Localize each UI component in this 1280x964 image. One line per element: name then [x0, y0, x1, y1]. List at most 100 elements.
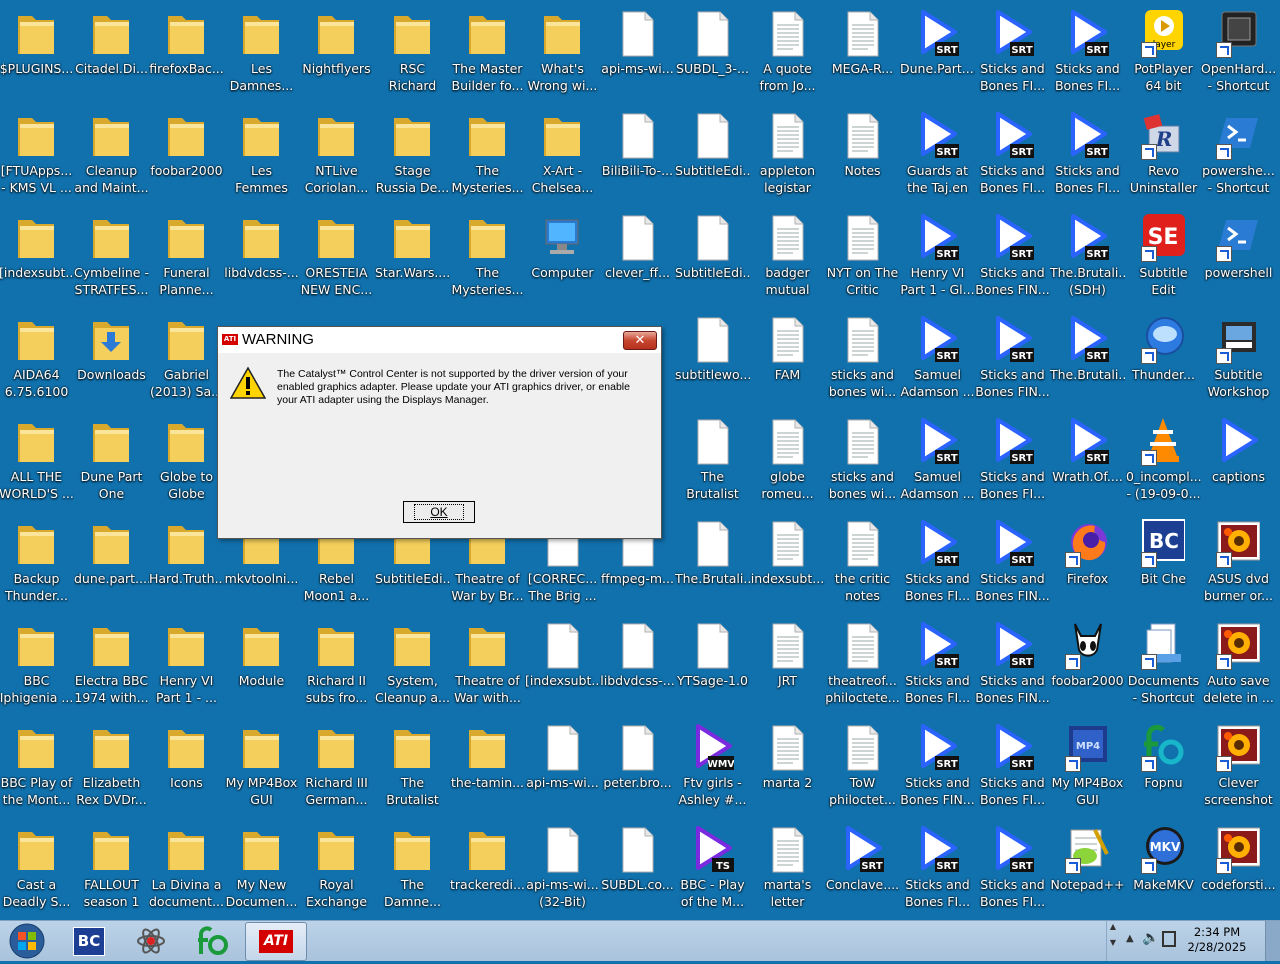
- network-icon[interactable]: [1162, 931, 1176, 947]
- desktop-icon[interactable]: X-Art - Chelsea...: [525, 104, 600, 206]
- desktop-icon[interactable]: Globe to Globe: [149, 410, 224, 512]
- desktop-icon[interactable]: Notepad++: [1050, 818, 1125, 920]
- desktop-icon[interactable]: trackeredi...: [450, 818, 525, 920]
- desktop-icon[interactable]: the critic notes: [825, 512, 900, 614]
- desktop-icon[interactable]: Backup Thunder...: [0, 512, 74, 614]
- desktop-icon[interactable]: Funeral Planne...: [149, 206, 224, 308]
- desktop-icon[interactable]: R Revo Uninstaller: [1126, 104, 1201, 206]
- desktop-icon[interactable]: [FTUApps... - KMS VL ...: [0, 104, 74, 206]
- desktop-icon[interactable]: [indexsubt...: [0, 206, 74, 308]
- desktop-icon[interactable]: SRT The.Brutali...: [1050, 308, 1125, 410]
- desktop-icon[interactable]: SRT Wrath.Of....: [1050, 410, 1125, 512]
- desktop-icon[interactable]: badger mutual: [750, 206, 825, 308]
- desktop-icon[interactable]: [indexsubt...: [525, 614, 600, 716]
- desktop-icon[interactable]: foobar2000: [1050, 614, 1125, 716]
- desktop-icon[interactable]: Auto save delete in ...: [1201, 614, 1276, 716]
- desktop-icon[interactable]: SRT The.Brutali... (SDH): [1050, 206, 1125, 308]
- desktop-icon[interactable]: Notes: [825, 104, 900, 206]
- desktop-icon[interactable]: BC Bit Che: [1126, 512, 1201, 614]
- desktop-icon[interactable]: The Damne...: [375, 818, 450, 920]
- desktop-icon[interactable]: sticks and bones wi...: [825, 308, 900, 410]
- desktop-icon[interactable]: My MP4Box GUI v0.6.0.6: [224, 716, 299, 818]
- desktop-icon[interactable]: SRT Sticks and Bones FIN...: [900, 716, 975, 818]
- desktop-icon[interactable]: powershe... - Shortcut: [1201, 104, 1276, 206]
- taskbar-bitche[interactable]: BC: [58, 922, 118, 959]
- desktop-icon[interactable]: SubtitleEdi...: [675, 104, 750, 206]
- desktop-icon[interactable]: appleton legistar: [750, 104, 825, 206]
- desktop-icon[interactable]: AIDA64 6.75.6100: [0, 308, 74, 410]
- desktop-icon[interactable]: La Divina a document...: [149, 818, 224, 920]
- desktop-icon[interactable]: Star.Wars....: [375, 206, 450, 308]
- desktop-icon[interactable]: MKV MakeMKV: [1126, 818, 1201, 920]
- desktop-icon[interactable]: OpenHard... - Shortcut: [1201, 2, 1276, 104]
- desktop-icon[interactable]: Nightflyers: [299, 2, 374, 104]
- desktop-icon[interactable]: Les Femmes Savante 1...: [224, 104, 299, 206]
- desktop-icon[interactable]: SRT Sticks and Bones FIN...: [975, 512, 1050, 614]
- desktop-icon[interactable]: SRT Sticks and Bones FI...: [975, 716, 1050, 818]
- desktop-icon[interactable]: libdvdcss-...: [224, 206, 299, 308]
- desktop-icon[interactable]: SRT Sticks and Bones FI...: [975, 2, 1050, 104]
- desktop-icon[interactable]: Stage Russia De...: [375, 104, 450, 206]
- desktop-icon[interactable]: theatreof... philoctete...: [825, 614, 900, 716]
- desktop-icon[interactable]: The Mysteries...: [450, 206, 525, 308]
- desktop-icon[interactable]: WMV Ftv girls - Ashley #...: [675, 716, 750, 818]
- desktop-icon[interactable]: BBC Iphigenia ...: [0, 614, 74, 716]
- tray-scroll[interactable]: ▲ ▼: [1106, 921, 1119, 961]
- desktop-icon[interactable]: Elizabeth Rex DVDr...: [74, 716, 149, 818]
- desktop-icon[interactable]: NYT on The Critic: [825, 206, 900, 308]
- desktop-icon[interactable]: 0_incompl... - (19-09-0...: [1126, 410, 1201, 512]
- desktop-icon[interactable]: SRT Sticks and Bones FI...: [900, 818, 975, 920]
- show-desktop-button[interactable]: [1265, 921, 1280, 961]
- desktop-icon[interactable]: BBC Play of the Mont...: [0, 716, 74, 818]
- desktop-icon[interactable]: powershell: [1201, 206, 1276, 308]
- desktop-icon[interactable]: ALL THE WORLD'S ...: [0, 410, 74, 512]
- desktop-icon[interactable]: marta's letter: [750, 818, 825, 920]
- desktop-icon[interactable]: Hard.Truth...: [149, 512, 224, 614]
- desktop-icon[interactable]: Module: [224, 614, 299, 716]
- desktop-icon[interactable]: api-ms-wi...: [600, 2, 675, 104]
- desktop-icon[interactable]: SRT Sticks and Bones FI...: [1050, 2, 1125, 104]
- desktop-icon[interactable]: libdvdcss-...: [600, 614, 675, 716]
- desktop-icon[interactable]: SRT Sticks and Bones FI...: [975, 818, 1050, 920]
- desktop-icon[interactable]: SRT Samuel Adamson ...: [900, 308, 975, 410]
- desktop-icon[interactable]: ORESTEIA NEW ENC...: [299, 206, 374, 308]
- desktop-icon[interactable]: Documents - Shortcut: [1126, 614, 1201, 716]
- desktop-icon[interactable]: The Master Builder fo...: [450, 2, 525, 104]
- desktop-icon[interactable]: SRT Dune.Part....: [900, 2, 975, 104]
- desktop-icon[interactable]: Cleanup and Maint...: [74, 104, 149, 206]
- desktop-icon[interactable]: SRT Sticks and Bones FI...: [975, 410, 1050, 512]
- desktop-icon[interactable]: My New Documen...: [224, 818, 299, 920]
- desktop-icon[interactable]: SE Subtitle Edit: [1126, 206, 1201, 308]
- desktop-icon[interactable]: Les Damnes...: [224, 2, 299, 104]
- desktop-icon[interactable]: layer PotPlayer 64 bit: [1126, 2, 1201, 104]
- desktop-icon[interactable]: Clever screenshot: [1201, 716, 1276, 818]
- desktop-icon[interactable]: SRT Conclave....: [825, 818, 900, 920]
- desktop-icon[interactable]: dune.part....: [74, 512, 149, 614]
- show-hidden-icon[interactable]: ▲: [1126, 933, 1134, 944]
- close-button[interactable]: ✕: [623, 331, 657, 350]
- desktop-icon[interactable]: SRT Sticks and Bones FIN...: [975, 206, 1050, 308]
- desktop-icon[interactable]: SRT Samuel Adamson ...: [900, 410, 975, 512]
- desktop-icon[interactable]: SRT Henry VI Part 1 - Gl...: [900, 206, 975, 308]
- desktop-icon[interactable]: captions: [1201, 410, 1276, 512]
- taskbar-app-2[interactable]: [121, 922, 181, 959]
- desktop-icon[interactable]: ASUS dvd burner or...: [1201, 512, 1276, 614]
- desktop-icon[interactable]: Cymbeline - STRATFES...: [74, 206, 149, 308]
- desktop-icon[interactable]: NTLive Coriolan...: [299, 104, 374, 206]
- desktop-icon[interactable]: SUBDL_3-...: [675, 2, 750, 104]
- desktop-icon[interactable]: codeforsti...: [1201, 818, 1276, 920]
- desktop-icon[interactable]: Firefox: [1050, 512, 1125, 614]
- desktop-icon[interactable]: SRT Sticks and Bones FI...: [900, 512, 975, 614]
- desktop-icon[interactable]: peter.bro...: [600, 716, 675, 818]
- desktop-icon[interactable]: sticks and bones wi...: [825, 410, 900, 512]
- desktop-icon[interactable]: The Brutalist (2024) eng: [675, 410, 750, 512]
- desktop-icon[interactable]: Cast a Deadly S...: [0, 818, 74, 920]
- desktop-icon[interactable]: MEGA-R...: [825, 2, 900, 104]
- desktop-icon[interactable]: JRT: [750, 614, 825, 716]
- desktop-icon[interactable]: YTSage-1.0: [675, 614, 750, 716]
- start-button[interactable]: [4, 922, 50, 960]
- desktop-icon[interactable]: FALLOUT season 1: [74, 818, 149, 920]
- desktop-icon[interactable]: The Brutalist 2025: [375, 716, 450, 818]
- taskbar-ati[interactable]: ATI: [245, 922, 307, 961]
- desktop-icon[interactable]: MP4 My MP4Box GUI: [1050, 716, 1125, 818]
